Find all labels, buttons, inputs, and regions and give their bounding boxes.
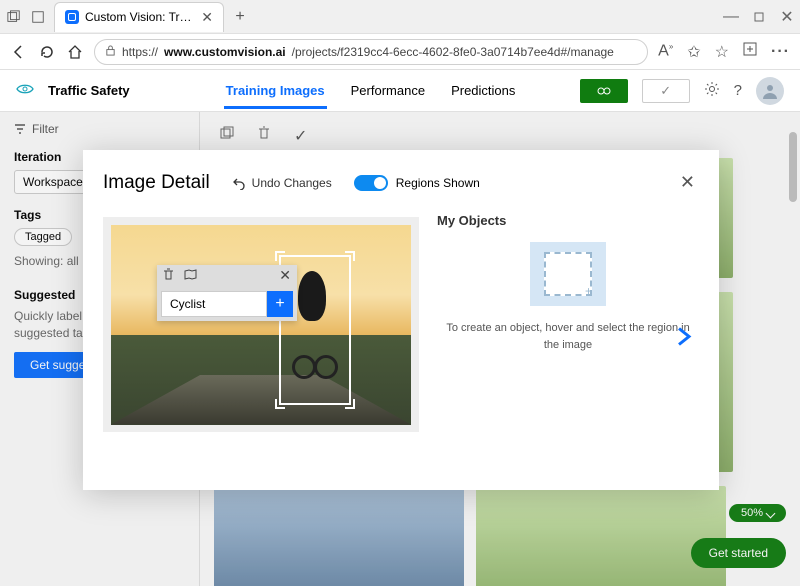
window-close-button[interactable]: ✕: [780, 10, 794, 24]
help-icon[interactable]: ?: [734, 82, 742, 99]
objects-hint: To create an object, hover and select th…: [437, 320, 699, 353]
tag-map-icon[interactable]: [184, 267, 197, 285]
region-placeholder: [530, 242, 606, 306]
tab-title: Custom Vision: Traffic Safety - Tr: [85, 10, 195, 24]
back-button[interactable]: [10, 43, 28, 61]
tag-add-button[interactable]: +: [267, 291, 293, 317]
objects-panel-title: My Objects: [437, 213, 699, 228]
tag-input[interactable]: Cyclist: [161, 291, 267, 317]
tab-predictions[interactable]: Predictions: [449, 73, 517, 109]
url-prefix: https://: [122, 45, 158, 59]
app-header: Traffic Safety Training Images Performan…: [0, 70, 800, 112]
browser-addressbar: https:// www.customvision.ai/projects/f23…: [0, 34, 800, 70]
browser-menu-button[interactable]: ···: [771, 43, 790, 61]
url-input[interactable]: https:// www.customvision.ai/projects/f23…: [94, 39, 648, 65]
image-detail-modal: Image Detail Undo Changes Regions Shown …: [83, 150, 719, 490]
tag-popover-close-button[interactable]: ✕: [279, 267, 291, 284]
url-host: www.customvision.ai: [164, 45, 286, 59]
quick-test-button[interactable]: ✓: [642, 79, 690, 103]
url-path: /projects/f2319cc4-6ecc-4602-8fe0-3a0714…: [292, 45, 614, 59]
favorites-star-icon[interactable]: ☆: [715, 42, 729, 62]
settings-gear-icon[interactable]: [704, 81, 720, 100]
browser-tab[interactable]: Custom Vision: Traffic Safety - Tr ✕: [54, 2, 224, 32]
tab-training-images[interactable]: Training Images: [224, 73, 327, 109]
undo-changes-button[interactable]: Undo Changes: [232, 176, 332, 190]
favorites-star-settings-icon[interactable]: ✩: [687, 42, 700, 62]
image-canvas-wrap: ✕ Cyclist +: [103, 217, 419, 432]
image-canvas[interactable]: ✕ Cyclist +: [111, 225, 411, 425]
home-button[interactable]: [66, 43, 84, 61]
collections-icon[interactable]: [30, 9, 46, 25]
tab-close-button[interactable]: ✕: [201, 9, 213, 26]
next-image-button[interactable]: [675, 324, 693, 355]
refresh-button[interactable]: [38, 43, 56, 61]
undo-icon: [232, 176, 246, 190]
tag-delete-icon[interactable]: [163, 267, 174, 285]
project-name: Traffic Safety: [48, 83, 130, 98]
window-minimize-button[interactable]: —: [724, 10, 738, 24]
favicon-icon: [65, 10, 79, 24]
tab-performance[interactable]: Performance: [349, 73, 427, 109]
toggle-switch-icon: [354, 175, 388, 191]
modal-close-button[interactable]: ✕: [676, 168, 699, 197]
collections-button-icon[interactable]: [743, 42, 757, 61]
user-avatar[interactable]: [756, 77, 784, 105]
objects-panel: My Objects To create an object, hover an…: [437, 209, 699, 470]
window-maximize-button[interactable]: [752, 10, 766, 24]
train-button[interactable]: [580, 79, 628, 103]
read-aloud-icon[interactable]: A»: [658, 42, 673, 60]
new-tab-button[interactable]: +: [232, 9, 248, 25]
browser-titlebar: Custom Vision: Traffic Safety - Tr ✕ + —…: [0, 0, 800, 34]
lock-icon: [105, 45, 116, 59]
tab-actions-icon[interactable]: [6, 9, 22, 25]
modal-title: Image Detail: [103, 172, 210, 194]
customvision-logo-icon: [16, 83, 34, 98]
regions-toggle[interactable]: Regions Shown: [354, 175, 480, 191]
tag-popover: ✕ Cyclist +: [157, 265, 297, 321]
